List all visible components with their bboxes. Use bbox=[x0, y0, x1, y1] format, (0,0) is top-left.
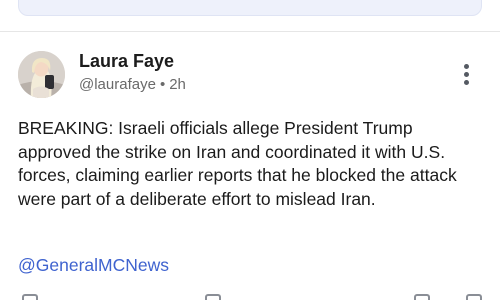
share-icon[interactable] bbox=[466, 294, 482, 300]
avatar-image bbox=[18, 51, 65, 98]
post-body: BREAKING: Israeli officials allege Presi… bbox=[18, 118, 457, 209]
post-meta: @laurafaye • 2h bbox=[79, 76, 186, 93]
meta-separator: • bbox=[159, 76, 166, 93]
mention-link[interactable]: @GeneralMCNews bbox=[18, 255, 169, 276]
more-vertical-icon bbox=[464, 80, 469, 85]
author-name[interactable]: Laura Faye bbox=[79, 51, 174, 72]
reply-icon[interactable] bbox=[22, 294, 38, 300]
author-handle[interactable]: @laurafaye bbox=[79, 76, 156, 93]
more-options-button[interactable] bbox=[458, 62, 476, 88]
more-vertical-icon bbox=[464, 72, 469, 77]
divider bbox=[0, 31, 500, 32]
avatar[interactable] bbox=[18, 51, 65, 98]
action-bar bbox=[0, 294, 500, 300]
post-card: Laura Faye @laurafaye • 2h BREAKING: Israe… bbox=[0, 0, 500, 300]
bookmark-icon[interactable] bbox=[414, 294, 430, 300]
previous-card-edge bbox=[18, 0, 482, 16]
share-icon[interactable] bbox=[205, 294, 221, 300]
more-vertical-icon bbox=[464, 64, 469, 69]
post-timestamp[interactable]: 2h bbox=[169, 76, 186, 93]
